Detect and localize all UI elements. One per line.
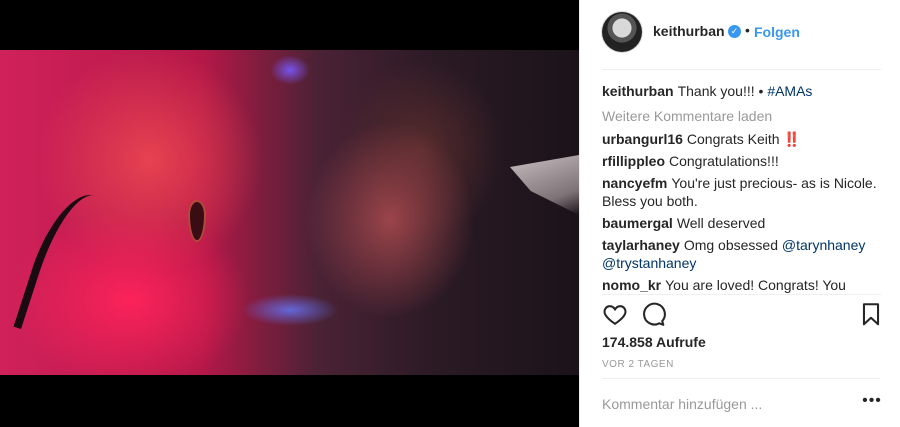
header-divider <box>602 69 881 70</box>
caption-username[interactable]: keithurban <box>602 83 674 99</box>
comment-mention[interactable]: @tarynhaney <box>782 237 865 253</box>
video-shoulder-strap <box>13 183 120 347</box>
comment-text: Congratulations!!! <box>669 153 779 169</box>
header-separator: • <box>745 22 750 38</box>
caption-text: Thank you!!! • <box>677 83 768 99</box>
video-car-window <box>510 155 579 215</box>
list-item: baumergal Well deserved <box>602 214 887 232</box>
list-item: urbangurl16 Congrats Keith ‼️ <box>602 130 887 148</box>
verified-badge-icon: ✓ <box>728 25 741 38</box>
heart-icon[interactable] <box>602 301 628 327</box>
avatar[interactable] <box>602 12 642 52</box>
action-bar <box>580 294 900 334</box>
comment-username[interactable]: rfillippleo <box>602 153 665 169</box>
comment-username[interactable]: baumergal <box>602 215 673 231</box>
comment-text: Omg obsessed <box>683 237 782 253</box>
caption: keithurban Thank you!!! • #AMAs <box>602 82 887 100</box>
list-item: nancyefm You're just precious- as is Nico… <box>602 174 887 210</box>
follow-button[interactable]: Folgen <box>754 24 800 40</box>
post-side-panel: keithurban ✓ • Folgen keithurban Thank yo… <box>579 0 900 427</box>
comment-username[interactable]: nancyefm <box>602 175 667 191</box>
video-light-glow <box>270 55 310 85</box>
bookmark-icon[interactable] <box>858 301 884 327</box>
post-video[interactable] <box>0 50 579 375</box>
comments-list: keithurban Thank you!!! • #AMAs Weitere K… <box>602 82 887 294</box>
list-item: taylarhaney Omg obsessed @tarynhaney @trys… <box>602 236 887 272</box>
comment-text: You are loved! Congrats! You <box>665 277 846 293</box>
comment-box-divider <box>602 378 880 379</box>
double-exclamation-icon: ‼️ <box>783 131 801 147</box>
comment-text: Congrats Keith <box>686 131 784 147</box>
actions-divider <box>602 294 881 295</box>
comment-bubble-icon[interactable] <box>640 301 666 327</box>
post-timestamp[interactable]: VOR 2 TAGEN <box>602 359 674 370</box>
comment-username[interactable]: urbangurl16 <box>602 131 683 147</box>
post-author-username[interactable]: keithurban <box>653 23 725 39</box>
list-item: rfillippleo Congratulations!!! <box>602 152 887 170</box>
comment-username[interactable]: taylarhaney <box>602 237 680 253</box>
comment-input[interactable] <box>602 394 842 414</box>
view-count[interactable]: 174.858 Aufrufe <box>602 334 706 350</box>
comment-username[interactable]: nomo_kr <box>602 277 661 293</box>
comment-mention[interactable]: @trystanhaney <box>602 255 696 271</box>
post-header: keithurban ✓ • Folgen <box>580 0 900 70</box>
media-container <box>0 0 579 427</box>
load-more-comments-button[interactable]: Weitere Kommentare laden <box>602 107 887 125</box>
caption-hashtag[interactable]: #AMAs <box>767 83 812 99</box>
list-item: nomo_kr You are loved! Congrats! You <box>602 276 887 294</box>
more-options-icon[interactable]: ••• <box>860 393 884 412</box>
video-earring <box>188 200 206 242</box>
comment-text: Well deserved <box>676 215 766 231</box>
